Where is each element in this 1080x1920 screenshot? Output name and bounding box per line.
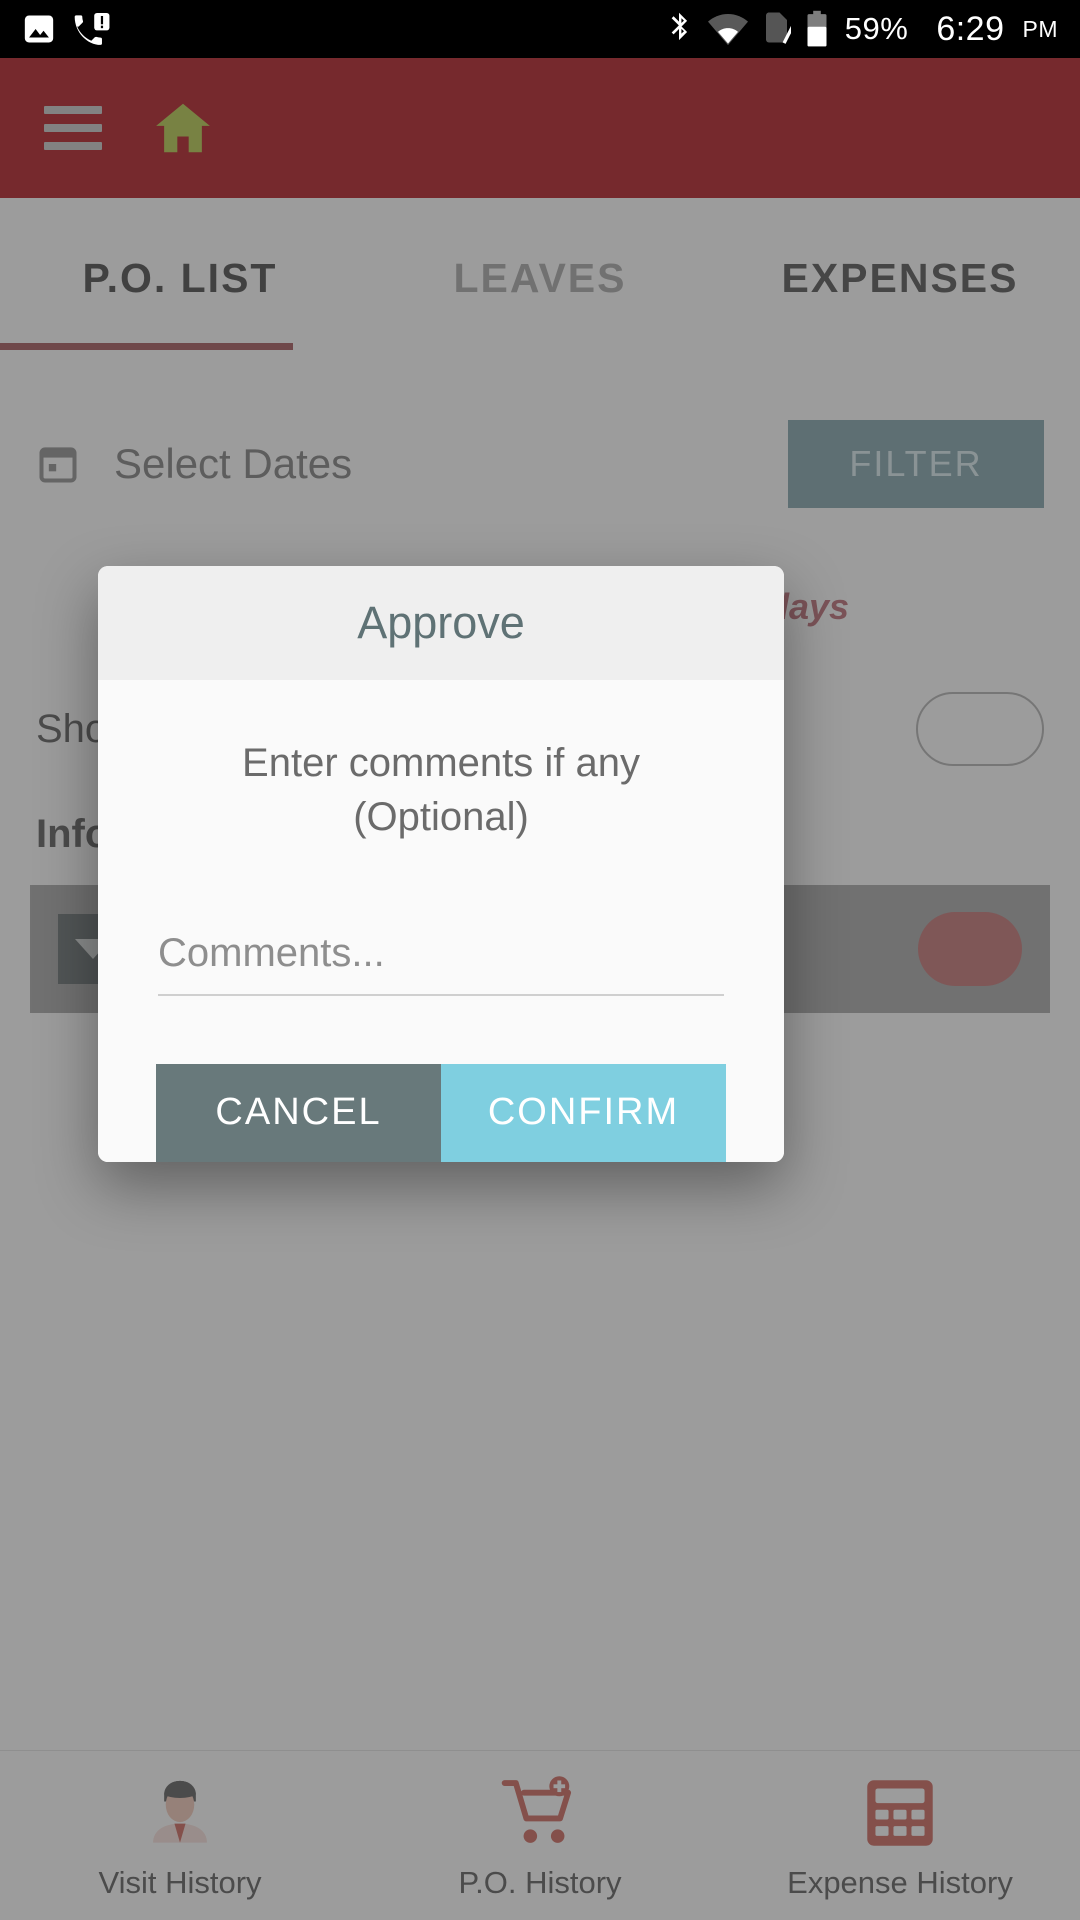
cancel-button[interactable]: CANCEL — [156, 1063, 441, 1162]
app-bar-scrim — [0, 58, 1080, 198]
comments-field-wrapper — [156, 930, 726, 996]
missed-call-icon — [74, 12, 110, 45]
status-bar-left-icons — [22, 12, 110, 46]
image-icon — [24, 15, 54, 43]
dialog-header: Approve — [98, 566, 784, 680]
bluetooth-icon — [671, 12, 687, 41]
battery-percentage: 59% — [844, 11, 909, 46]
comments-input[interactable] — [158, 930, 724, 996]
dialog-actions: CANCEL CONFIRM — [156, 1063, 726, 1162]
dialog-message-line2: (Optional) — [353, 795, 529, 840]
confirm-button[interactable]: CONFIRM — [441, 1063, 726, 1162]
dialog-title: Approve — [357, 597, 525, 648]
battery-icon — [807, 10, 827, 47]
approve-dialog: Approve Enter comments if any (Optional)… — [98, 566, 784, 1162]
no-sim-icon — [765, 12, 791, 44]
app-screen: 59% 6:29 PM P.O. LIST LEAVES EXPENSES — [0, 0, 1080, 1920]
status-bar-right-icons: 59% 6:29 PM — [667, 10, 1058, 49]
dialog-message-line1: Enter comments if any — [242, 741, 640, 785]
dialog-body: Enter comments if any (Optional) CANCEL … — [98, 680, 784, 1162]
dialog-message: Enter comments if any (Optional) — [156, 736, 726, 845]
status-bar-clock: 6:29 — [936, 9, 1005, 48]
wifi-icon — [707, 14, 748, 46]
status-bar: 59% 6:29 PM — [0, 0, 1080, 58]
status-bar-ampm: PM — [1022, 15, 1058, 42]
